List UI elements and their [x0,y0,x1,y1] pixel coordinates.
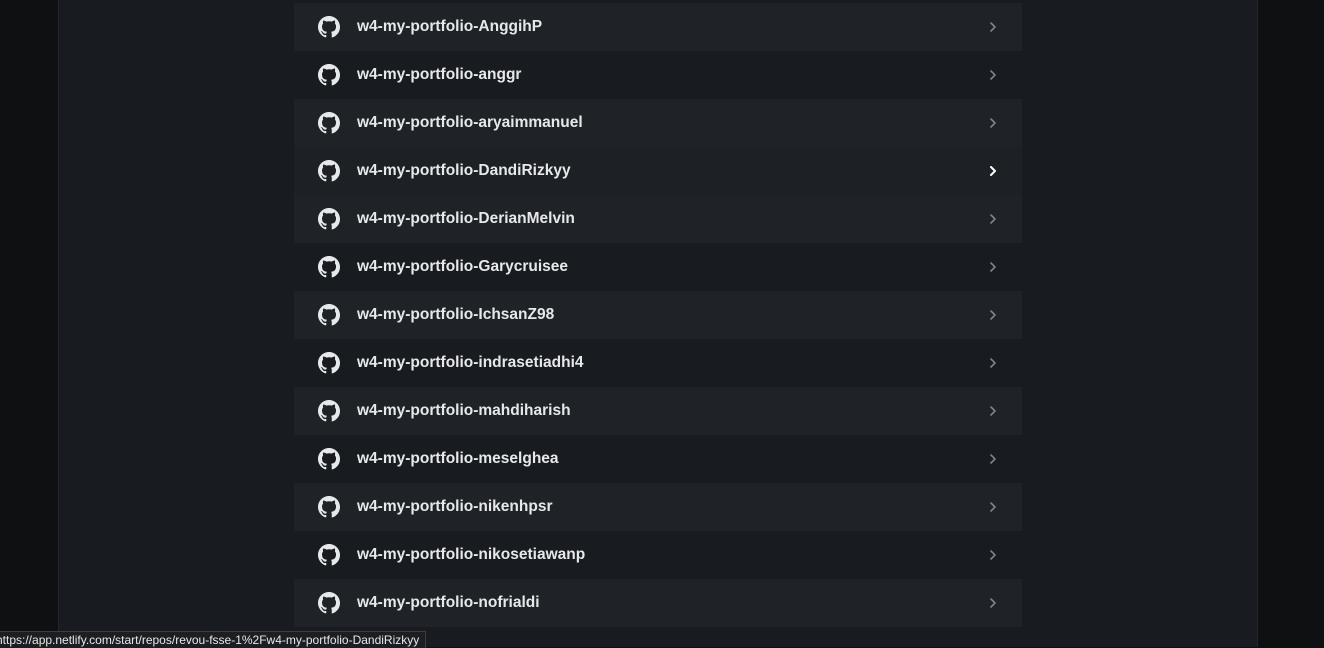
link-preview-status-bar: https://app.netlify.com/start/repos/revo… [0,631,427,648]
repo-name: w4-my-portfolio-nofrialdi [357,594,540,611]
chevron-right-icon [988,357,998,369]
github-icon [318,160,340,182]
repo-list-item[interactable]: w4-my-portfolio-Garycruisee [294,243,1022,291]
repo-name: w4-my-portfolio-IchsanZ98 [357,306,555,323]
chevron-right-icon [988,453,998,465]
chevron-right-icon [988,21,998,33]
repo-list-item[interactable]: w4-my-portfolio-DerianMelvin [294,195,1022,243]
repo-list-item[interactable]: w4-my-portfolio-AnggihP [294,3,1022,51]
repo-name: w4-my-portfolio-anggr [357,66,522,83]
chevron-right-icon [988,213,998,225]
github-icon [318,496,340,518]
chevron-right-icon [988,405,998,417]
chevron-right-icon [988,309,998,321]
chevron-right-icon [988,117,998,129]
github-icon [318,352,340,374]
repo-name: w4-my-portfolio-mahdiharish [357,402,571,419]
repository-list: w4-my-portfolio-AnggihP w4-my-portfolio-… [294,3,1022,627]
chevron-right-icon [988,549,998,561]
chevron-right-icon [988,597,998,609]
repo-name: w4-my-portfolio-indrasetiadhi4 [357,354,584,371]
repo-list-item[interactable]: w4-my-portfolio-nikenhpsr [294,483,1022,531]
repo-name: w4-my-portfolio-nikenhpsr [357,498,553,515]
repo-name: w4-my-portfolio-aryaimmanuel [357,114,583,131]
github-icon [318,400,340,422]
github-icon [318,304,340,326]
repo-name: w4-my-portfolio-Garycruisee [357,258,569,275]
github-icon [318,208,340,230]
repo-list-item[interactable]: w4-my-portfolio-mahdiharish [294,387,1022,435]
repo-list-item[interactable]: w4-my-portfolio-aryaimmanuel [294,99,1022,147]
github-icon [318,448,340,470]
github-icon [318,64,340,86]
repo-name: w4-my-portfolio-meselghea [357,450,559,467]
repo-list-item[interactable]: w4-my-portfolio-nikosetiawanp [294,531,1022,579]
repo-name: w4-my-portfolio-nikosetiawanp [357,546,586,563]
chevron-right-icon [988,165,998,177]
github-icon [318,592,340,614]
repo-name: w4-my-portfolio-DerianMelvin [357,210,575,227]
repo-list-item[interactable]: w4-my-portfolio-nofrialdi [294,579,1022,627]
repo-list-item[interactable]: w4-my-portfolio-anggr [294,51,1022,99]
repo-list-item[interactable]: w4-my-portfolio-IchsanZ98 [294,291,1022,339]
github-icon [318,16,340,38]
repo-name: w4-my-portfolio-DandiRizkyy [357,162,571,179]
repo-name: w4-my-portfolio-AnggihP [357,18,543,35]
github-icon [318,256,340,278]
chevron-right-icon [988,69,998,81]
chevron-right-icon [988,261,998,273]
chevron-right-icon [988,501,998,513]
github-icon [318,544,340,566]
repo-list-item[interactable]: w4-my-portfolio-indrasetiadhi4 [294,339,1022,387]
repo-list-item[interactable]: w4-my-portfolio-meselghea [294,435,1022,483]
github-icon [318,112,340,134]
repo-list-item[interactable]: w4-my-portfolio-DandiRizkyy [294,147,1022,195]
